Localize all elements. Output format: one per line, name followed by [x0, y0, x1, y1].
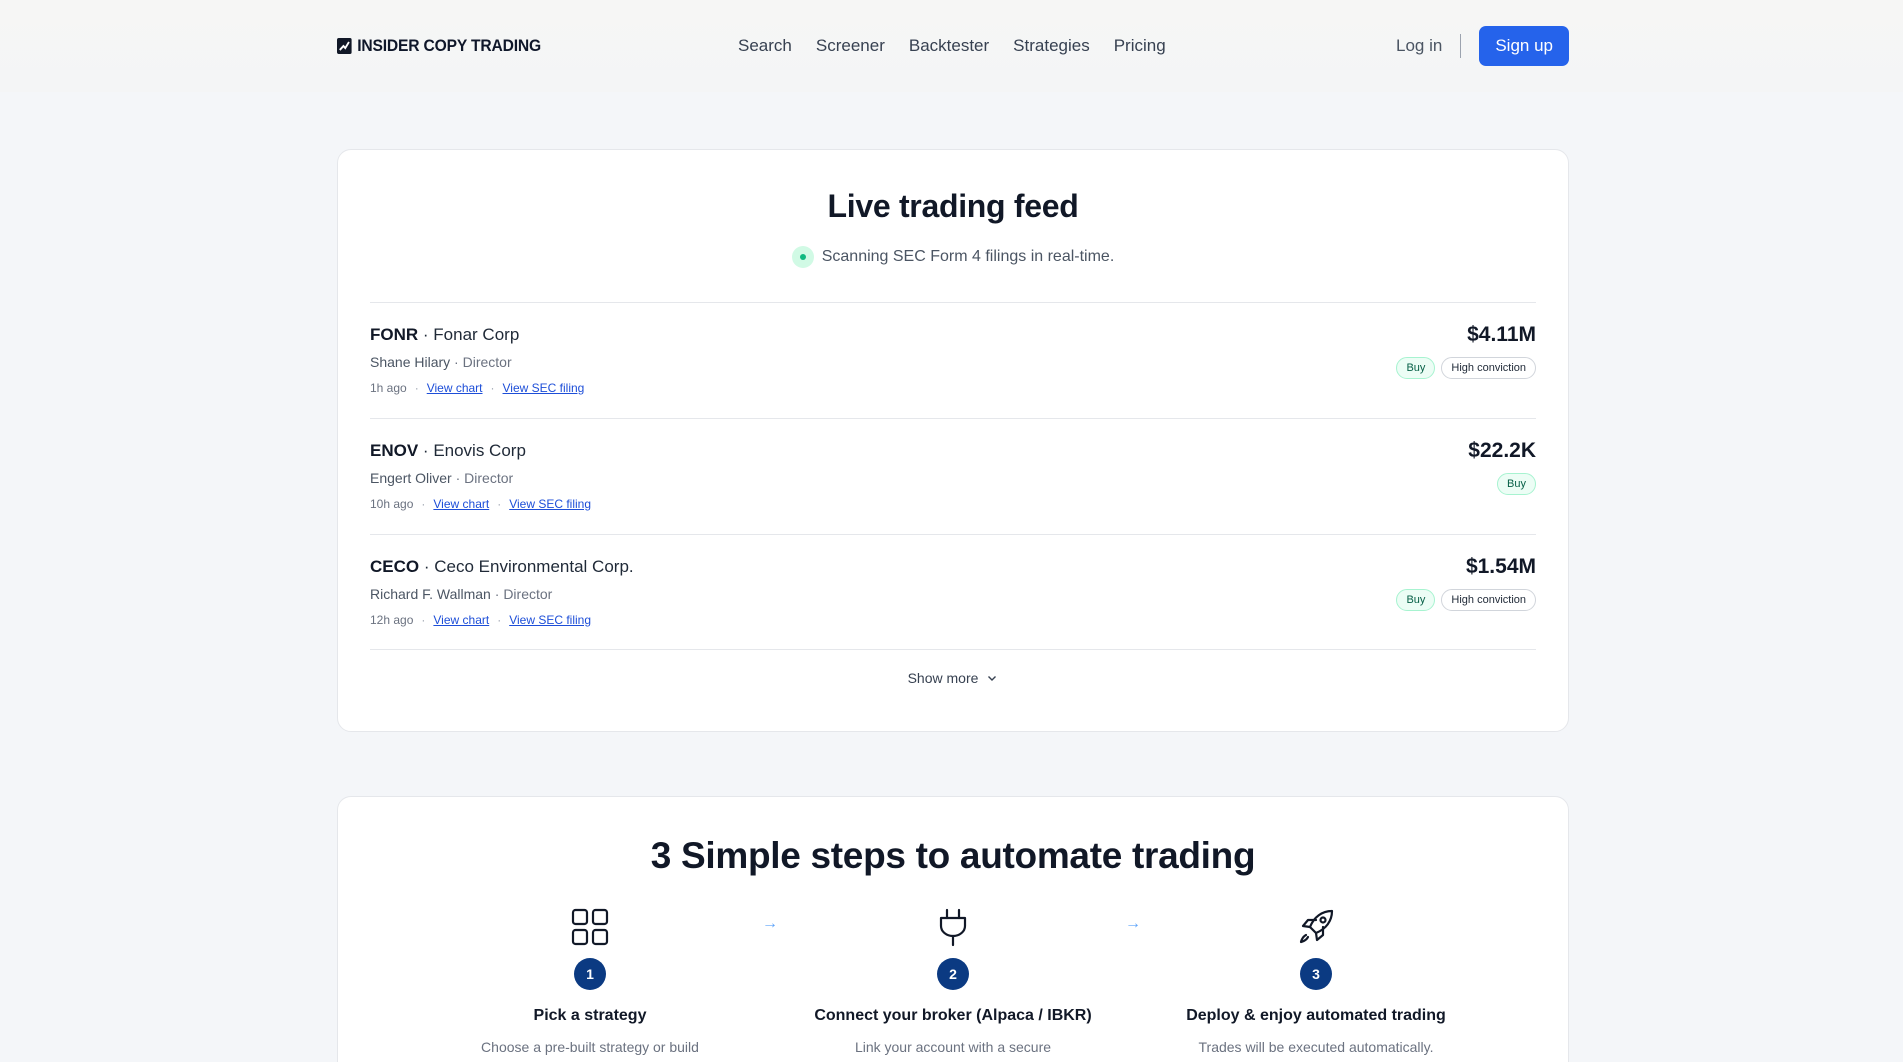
view-sec-filing-link[interactable]: View SEC filing [509, 497, 591, 511]
conviction-badge: High conviction [1441, 357, 1536, 379]
role-separator: · [455, 470, 465, 486]
badge-group: Buy High conviction [1396, 589, 1536, 611]
ticker[interactable]: CECO [370, 557, 419, 576]
rocket-icon [1299, 909, 1334, 944]
auth-actions: Log in Sign up [1396, 26, 1569, 66]
show-more-button[interactable]: Show more [338, 670, 1568, 686]
title-separator: · [423, 557, 435, 576]
feed-row: FONR · Fonar Corp Shane Hilary · Directo… [370, 302, 1536, 418]
feed-list: FONR · Fonar Corp Shane Hilary · Directo… [370, 302, 1536, 650]
step-title: Pick a strategy [533, 1007, 647, 1024]
insider-name: Shane Hilary [370, 354, 451, 370]
steps-card: 3 Simple steps to automate trading 1 Pic… [337, 796, 1569, 1062]
time-ago: 1h ago [370, 381, 407, 395]
meta-separator: · [490, 381, 495, 395]
step-title: Deploy & enjoy automated trading [1186, 1007, 1446, 1024]
meta-separator: · [497, 497, 502, 511]
step-number-badge: 2 [937, 958, 969, 990]
show-more-label: Show more [907, 670, 979, 686]
company-name: Enovis Corp [433, 441, 526, 460]
logo-icon [337, 38, 352, 54]
live-feed-card: Live trading feed Scanning SEC Form 4 fi… [337, 149, 1569, 732]
feed-subtitle: Scanning SEC Form 4 filings in real-time… [338, 246, 1568, 268]
site-header: INSIDER COPY TRADING Search Screener Bac… [0, 0, 1903, 92]
insider-name: Engert Oliver [370, 470, 452, 486]
step-description: Choose a pre-built strategy or build you… [481, 1039, 699, 1062]
feed-row: CECO · Ceco Environmental Corp. Richard … [370, 534, 1536, 650]
nav-search[interactable]: Search [738, 36, 792, 56]
buy-badge: Buy [1396, 589, 1436, 611]
step-2: 2 Connect your broker (Alpaca / IBKR) Li… [803, 907, 1103, 1062]
ticker[interactable]: ENOV [370, 441, 418, 460]
step-description: Link your account with a secure connecti… [854, 1039, 1052, 1062]
time-ago: 12h ago [370, 613, 414, 627]
buy-badge: Buy [1396, 357, 1436, 379]
nav-screener[interactable]: Screener [816, 36, 885, 56]
step-number-badge: 3 [1300, 958, 1332, 990]
trade-amount: $4.11M [1467, 323, 1536, 346]
badge-group: Buy High conviction [1396, 357, 1536, 379]
row-meta: 1h ago · View chart · View SEC filing [370, 381, 584, 395]
view-sec-filing-link[interactable]: View SEC filing [509, 613, 591, 627]
row-title: ENOV · Enovis Corp [370, 441, 526, 461]
row-title: FONR · Fonar Corp [370, 325, 519, 345]
insider-name: Richard F. Wallman [370, 586, 491, 602]
conviction-badge: High conviction [1441, 589, 1536, 611]
row-insider: Richard F. Wallman · Director [370, 586, 552, 602]
insider-role: Director [464, 470, 514, 486]
step-title: Connect your broker (Alpaca / IBKR) [814, 1007, 1092, 1024]
row-meta: 10h ago · View chart · View SEC filing [370, 497, 591, 511]
company-name: Ceco Environmental Corp. [434, 557, 634, 576]
feed-title: Live trading feed [827, 188, 1079, 224]
feed-subtitle-text: Scanning SEC Form 4 filings in real-time… [821, 248, 1115, 265]
view-chart-link[interactable]: View chart [427, 381, 483, 395]
auth-divider [1460, 34, 1462, 58]
step-3: 3 Deploy & enjoy automated trading Trade… [1166, 907, 1466, 1057]
buy-badge: Buy [1497, 473, 1536, 495]
arrow-right-icon: → [1125, 915, 1141, 932]
view-chart-link[interactable]: View chart [433, 497, 489, 511]
signup-button[interactable]: Sign up [1479, 26, 1569, 66]
row-meta: 12h ago · View chart · View SEC filing [370, 613, 591, 627]
ticker[interactable]: FONR [370, 325, 418, 344]
row-insider: Engert Oliver · Director [370, 470, 513, 486]
view-chart-link[interactable]: View chart [433, 613, 489, 627]
title-separator: · [422, 325, 434, 344]
title-separator: · [422, 441, 434, 460]
meta-separator: · [421, 497, 426, 511]
row-title: CECO · Ceco Environmental Corp. [370, 557, 634, 577]
main-nav: Search Screener Backtester Strategies Pr… [738, 36, 1166, 56]
logo[interactable]: INSIDER COPY TRADING [337, 36, 541, 56]
view-sec-filing-link[interactable]: View SEC filing [503, 381, 585, 395]
time-ago: 10h ago [370, 497, 414, 511]
plug-icon [939, 908, 967, 947]
arrow-right-icon: → [762, 915, 778, 932]
insider-role: Director [503, 586, 553, 602]
role-separator: · [454, 354, 463, 370]
row-insider: Shane Hilary · Director [370, 354, 512, 370]
nav-strategies[interactable]: Strategies [1013, 36, 1090, 56]
meta-separator: · [497, 613, 502, 627]
chevron-down-icon [988, 676, 997, 681]
header-inner: INSIDER COPY TRADING Search Screener Bac… [337, 0, 1569, 92]
step-number-badge: 1 [574, 958, 606, 990]
nav-backtester[interactable]: Backtester [909, 36, 989, 56]
meta-separator: · [414, 381, 419, 395]
steps-title: 3 Simple steps to automate trading [650, 835, 1256, 876]
trade-amount: $22.2K [1468, 439, 1536, 462]
badge-group: Buy [1497, 473, 1536, 495]
feed-row: ENOV · Enovis Corp Engert Oliver · Direc… [370, 418, 1536, 534]
insider-role: Director [462, 354, 512, 370]
company-name: Fonar Corp [433, 325, 520, 344]
trade-amount: $1.54M [1465, 555, 1536, 578]
meta-separator: · [421, 613, 426, 627]
step-1: 1 Pick a strategy Choose a pre-built str… [440, 907, 740, 1062]
grid-icon [571, 908, 609, 946]
login-link[interactable]: Log in [1396, 36, 1442, 56]
step-description: Trades will be executed automatically. [1198, 1039, 1434, 1055]
live-indicator-icon [791, 246, 814, 268]
nav-pricing[interactable]: Pricing [1114, 36, 1166, 56]
logo-text: INSIDER COPY TRADING [357, 36, 541, 55]
